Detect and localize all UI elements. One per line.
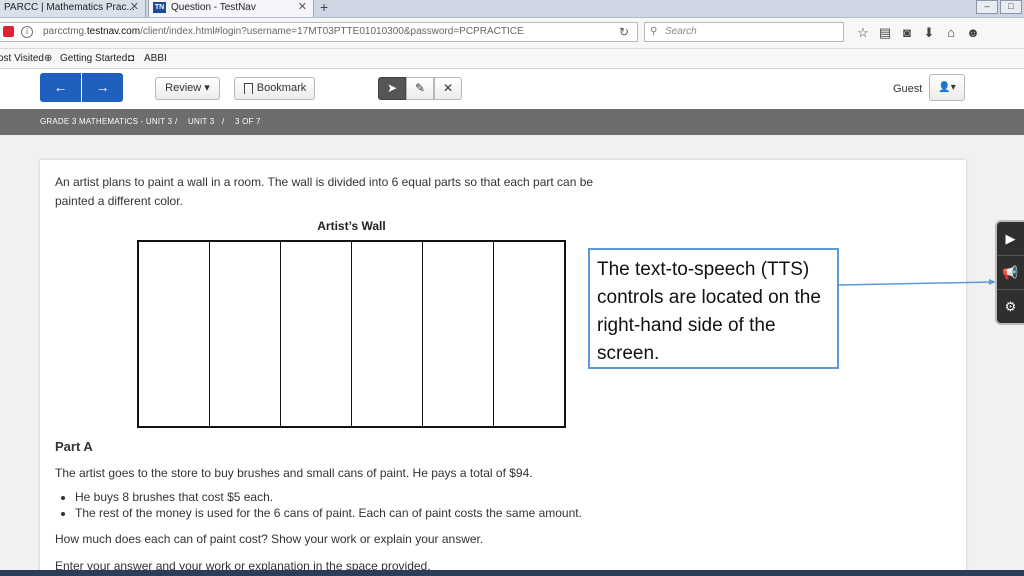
play-icon[interactable]: ▶ [997, 222, 1024, 256]
tts-callout: The text-to-speech (TTS) controls are lo… [588, 248, 839, 369]
settings-gear-icon[interactable]: ⚙ [997, 290, 1024, 323]
os-taskbar [0, 570, 1024, 576]
tts-controls-panel: ▶ 📢 ⚙ [995, 220, 1024, 325]
callout-connector [838, 279, 996, 286]
speaker-icon[interactable]: 📢 [997, 256, 1024, 290]
